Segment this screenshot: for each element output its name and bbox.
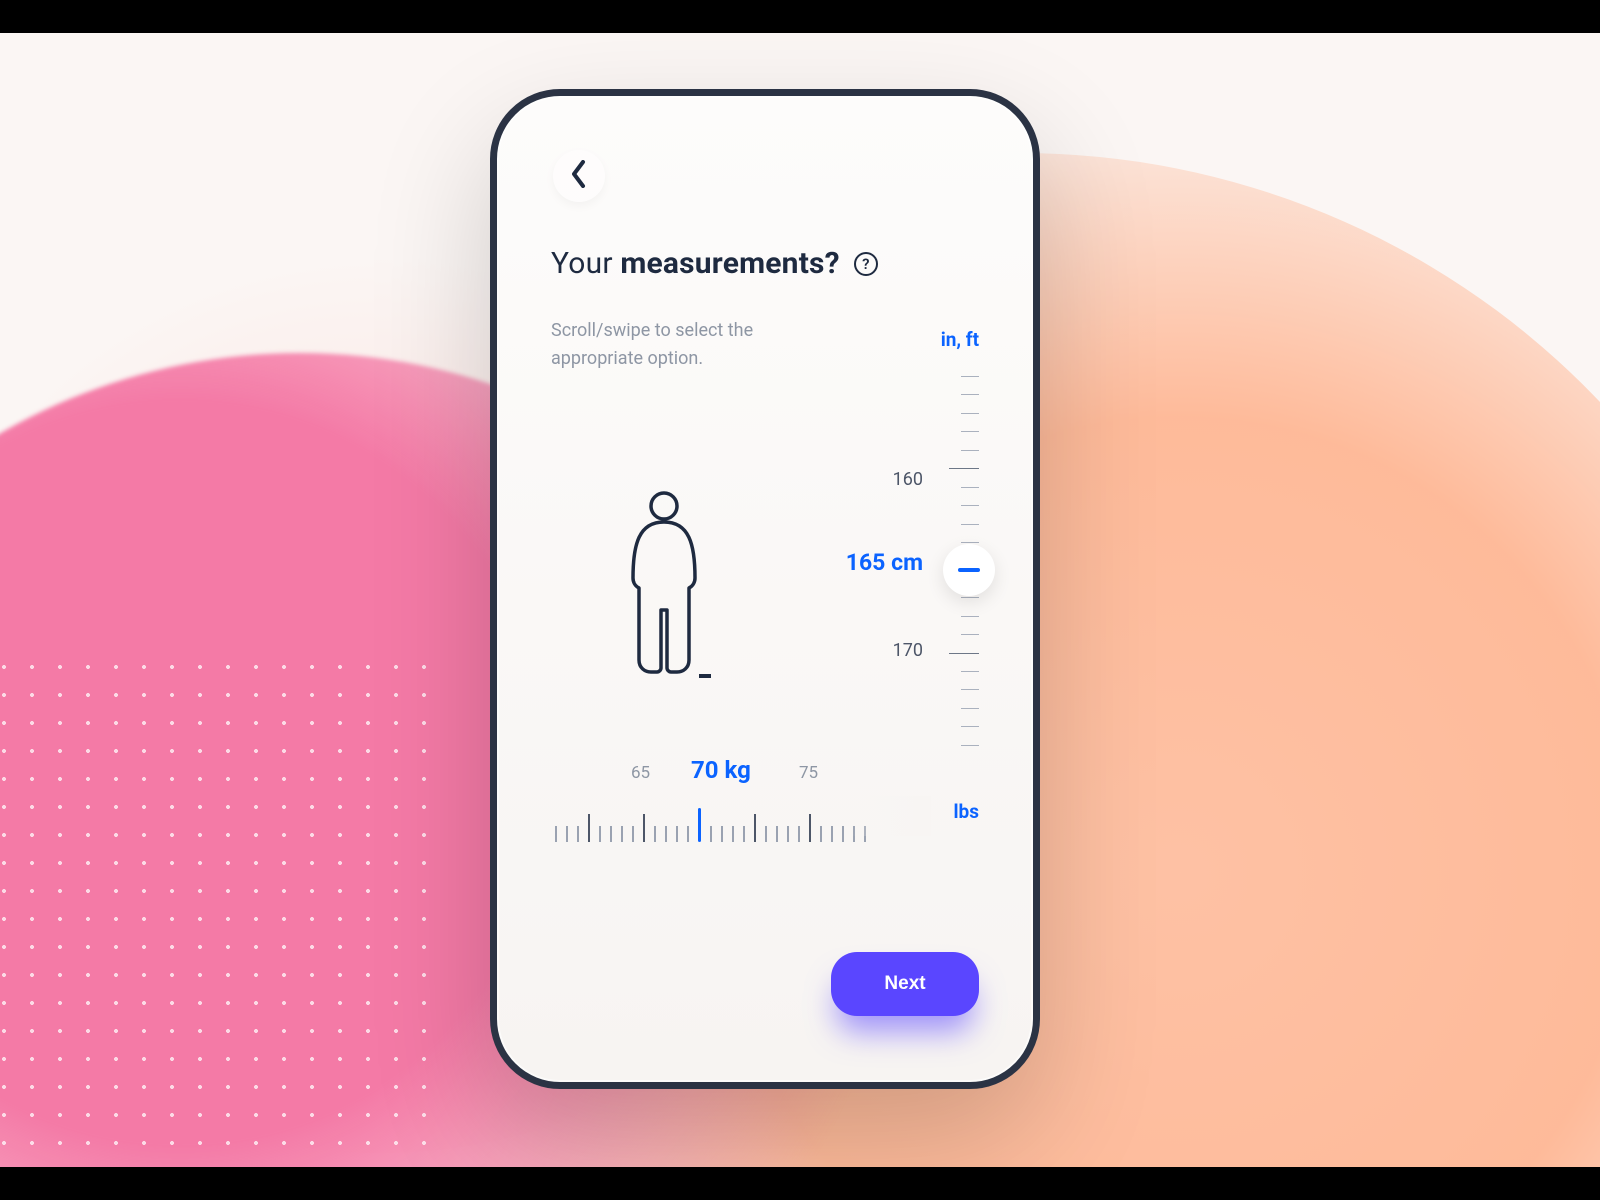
person-icon: [609, 490, 719, 694]
tick: [961, 394, 979, 395]
height-tick-label: 170: [893, 640, 923, 661]
tick: [654, 826, 656, 842]
letterbox-top: [0, 0, 1600, 33]
height-tick-label: 160: [893, 469, 923, 490]
tick-major: [949, 468, 979, 469]
tick: [961, 689, 979, 690]
height-handle[interactable]: [943, 544, 995, 596]
tick: [842, 826, 844, 842]
letterbox-bottom: [0, 1167, 1600, 1200]
tick-major: [754, 814, 756, 842]
weight-current-value: 70 kg: [691, 756, 751, 784]
tick: [621, 826, 623, 842]
tick: [961, 431, 979, 432]
phone-frame: Your measurements? ? Scroll/swipe to sel…: [490, 89, 1040, 1089]
tick: [555, 826, 557, 842]
tick: [632, 826, 634, 842]
instruction-text: Scroll/swipe to select the appropriate o…: [551, 317, 791, 373]
weight-ruler[interactable]: [555, 802, 979, 842]
page-title: Your measurements?: [551, 246, 840, 281]
tick: [820, 826, 822, 842]
tick-major: [809, 814, 811, 842]
tick: [961, 597, 979, 598]
title-bold: measurements?: [620, 246, 839, 281]
tick: [961, 376, 979, 377]
tick: [853, 826, 855, 842]
tick: [961, 708, 979, 709]
help-icon[interactable]: ?: [854, 252, 878, 276]
weight-area: 65 70 kg 75: [551, 756, 979, 876]
background-stage: Your measurements? ? Scroll/swipe to sel…: [0, 33, 1600, 1167]
tick: [961, 616, 979, 617]
weight-labels: 65 70 kg 75: [577, 756, 979, 788]
weight-prev-value: 65: [631, 763, 650, 783]
tick: [961, 542, 979, 543]
tick: [831, 826, 833, 842]
tick: [743, 826, 745, 842]
tick: [961, 745, 979, 746]
tick: [721, 826, 723, 842]
tick: [961, 524, 979, 525]
tick-major: [949, 653, 979, 654]
tick: [961, 487, 979, 488]
title-prefix: Your: [551, 246, 620, 281]
weight-next-value: 75: [799, 763, 818, 783]
next-button[interactable]: Next: [831, 952, 979, 1016]
tick: [687, 826, 689, 842]
screen: Your measurements? ? Scroll/swipe to sel…: [497, 96, 1033, 1082]
title-row: Your measurements? ?: [551, 246, 979, 281]
tick: [961, 505, 979, 506]
tick: [961, 726, 979, 727]
chevron-left-icon: [570, 160, 588, 192]
body-area: 160 170 165 cm: [551, 476, 979, 776]
tick: [961, 450, 979, 451]
weight-unit-toggle[interactable]: lbs: [954, 800, 979, 823]
tick: [961, 413, 979, 414]
tick: [798, 826, 800, 842]
tick-major: [588, 814, 590, 842]
tick-selected: [698, 808, 701, 842]
back-button[interactable]: [553, 150, 605, 202]
height-unit-toggle[interactable]: in, ft: [941, 328, 979, 351]
tick: [961, 634, 979, 635]
height-current-value: 165 cm: [846, 549, 923, 576]
tick: [864, 826, 866, 842]
tick-major: [643, 814, 645, 842]
height-ruler[interactable]: 160 170 165 cm: [839, 376, 979, 746]
tick: [961, 671, 979, 672]
tick: [787, 826, 789, 842]
tick: [776, 826, 778, 842]
tick: [765, 826, 767, 842]
tick: [676, 826, 678, 842]
bg-dot-pattern: [0, 653, 430, 1167]
tick: [599, 826, 601, 842]
tick: [577, 826, 579, 842]
tick: [732, 826, 734, 842]
tick: [610, 826, 612, 842]
tick: [665, 826, 667, 842]
tick: [710, 826, 712, 842]
handle-bar-icon: [958, 568, 980, 572]
tick: [566, 826, 568, 842]
